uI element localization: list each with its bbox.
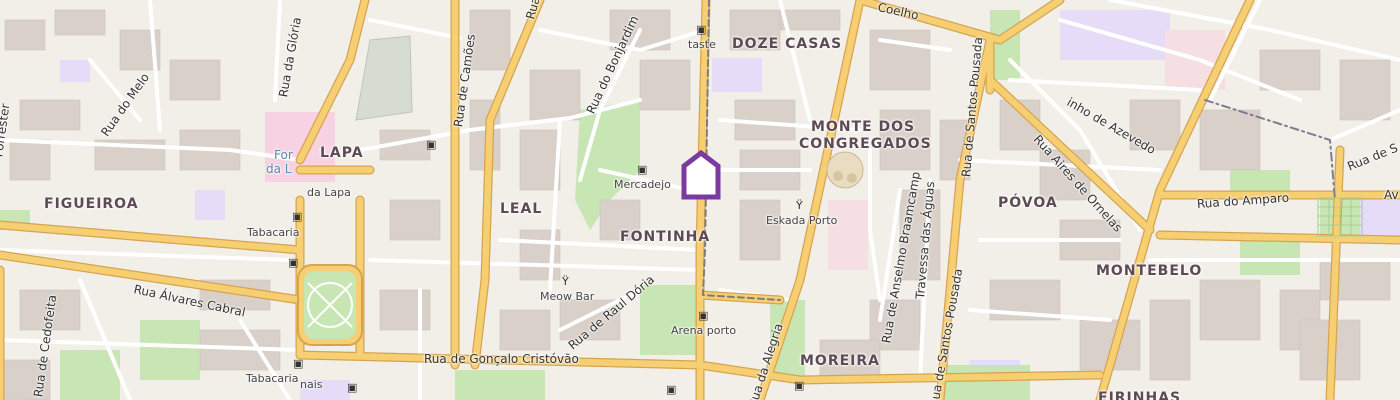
poi-label-da-lapa[interactable]: da Lapa bbox=[307, 186, 351, 199]
place-label-firinhas: FIRINHAS bbox=[1098, 390, 1182, 400]
shop-icon: ▣ bbox=[288, 256, 299, 269]
poi-label-fort-1: For bbox=[274, 148, 293, 162]
place-label-povoa: PÓVOA bbox=[998, 195, 1058, 211]
bar-icon: Ÿ bbox=[796, 199, 803, 212]
home-marker-icon bbox=[681, 149, 721, 200]
poi-label-nais: nais bbox=[300, 378, 323, 391]
shop-icon: ▣ bbox=[666, 383, 677, 396]
bar-icon: Ÿ bbox=[562, 275, 569, 288]
place-label-leal: LEAL bbox=[500, 201, 543, 217]
shop-icon: ▣ bbox=[347, 381, 358, 394]
landuse-pink-2 bbox=[828, 200, 868, 270]
poi-label-meow-bar[interactable]: Meow Bar bbox=[540, 290, 594, 303]
poi-label-tabacaria-2[interactable]: Tabacaria bbox=[246, 372, 298, 385]
place-label-moreira: MOREIRA bbox=[800, 353, 881, 369]
street-label-rua-de-goncalo-cristovao: Rua de Gonçalo Cristóvão bbox=[424, 352, 579, 366]
poi-label-mercadejo[interactable]: Mercadejo bbox=[614, 178, 671, 191]
poi-label-arena-porto[interactable]: Arena porto bbox=[671, 324, 736, 337]
shop-icon: ▣ bbox=[637, 163, 648, 176]
place-label-figueiroa: FIGUEIROA bbox=[44, 196, 139, 212]
shop-icon: ▣ bbox=[794, 379, 805, 392]
poi-label-tabacaria-1[interactable]: Tabacaria bbox=[247, 226, 299, 239]
place-label-congregados: CONGREGADOS bbox=[799, 136, 932, 152]
shop-icon: ▣ bbox=[696, 23, 707, 36]
poi-label-taste[interactable]: taste bbox=[688, 38, 716, 51]
place-label-doze-casas: DOZE CASAS bbox=[732, 36, 843, 52]
roundabout-lapa bbox=[297, 264, 363, 346]
poi-label-eskada-porto[interactable]: Eskada Porto bbox=[766, 214, 837, 227]
place-label-monte-dos: MONTE DOS bbox=[811, 119, 916, 135]
street-label-av: Av bbox=[1384, 188, 1399, 202]
map-base bbox=[0, 0, 1400, 400]
map-canvas[interactable]: DOZE CASAS MONTE DOS CONGREGADOS LAPA FI… bbox=[0, 0, 1400, 400]
shop-icon: ▣ bbox=[293, 357, 304, 370]
shop-icon: ▣ bbox=[292, 210, 303, 223]
shop-icon: ▣ bbox=[426, 138, 437, 151]
place-label-lapa: LAPA bbox=[320, 145, 364, 161]
shop-icon: ▣ bbox=[698, 309, 709, 322]
place-label-montebelo: MONTEBELO bbox=[1096, 263, 1203, 279]
roundabout-congregados bbox=[826, 151, 864, 189]
greenhouse bbox=[355, 35, 413, 121]
poi-label-fort-2: da L bbox=[266, 162, 292, 176]
place-label-fontinha: FONTINHA bbox=[620, 229, 711, 245]
